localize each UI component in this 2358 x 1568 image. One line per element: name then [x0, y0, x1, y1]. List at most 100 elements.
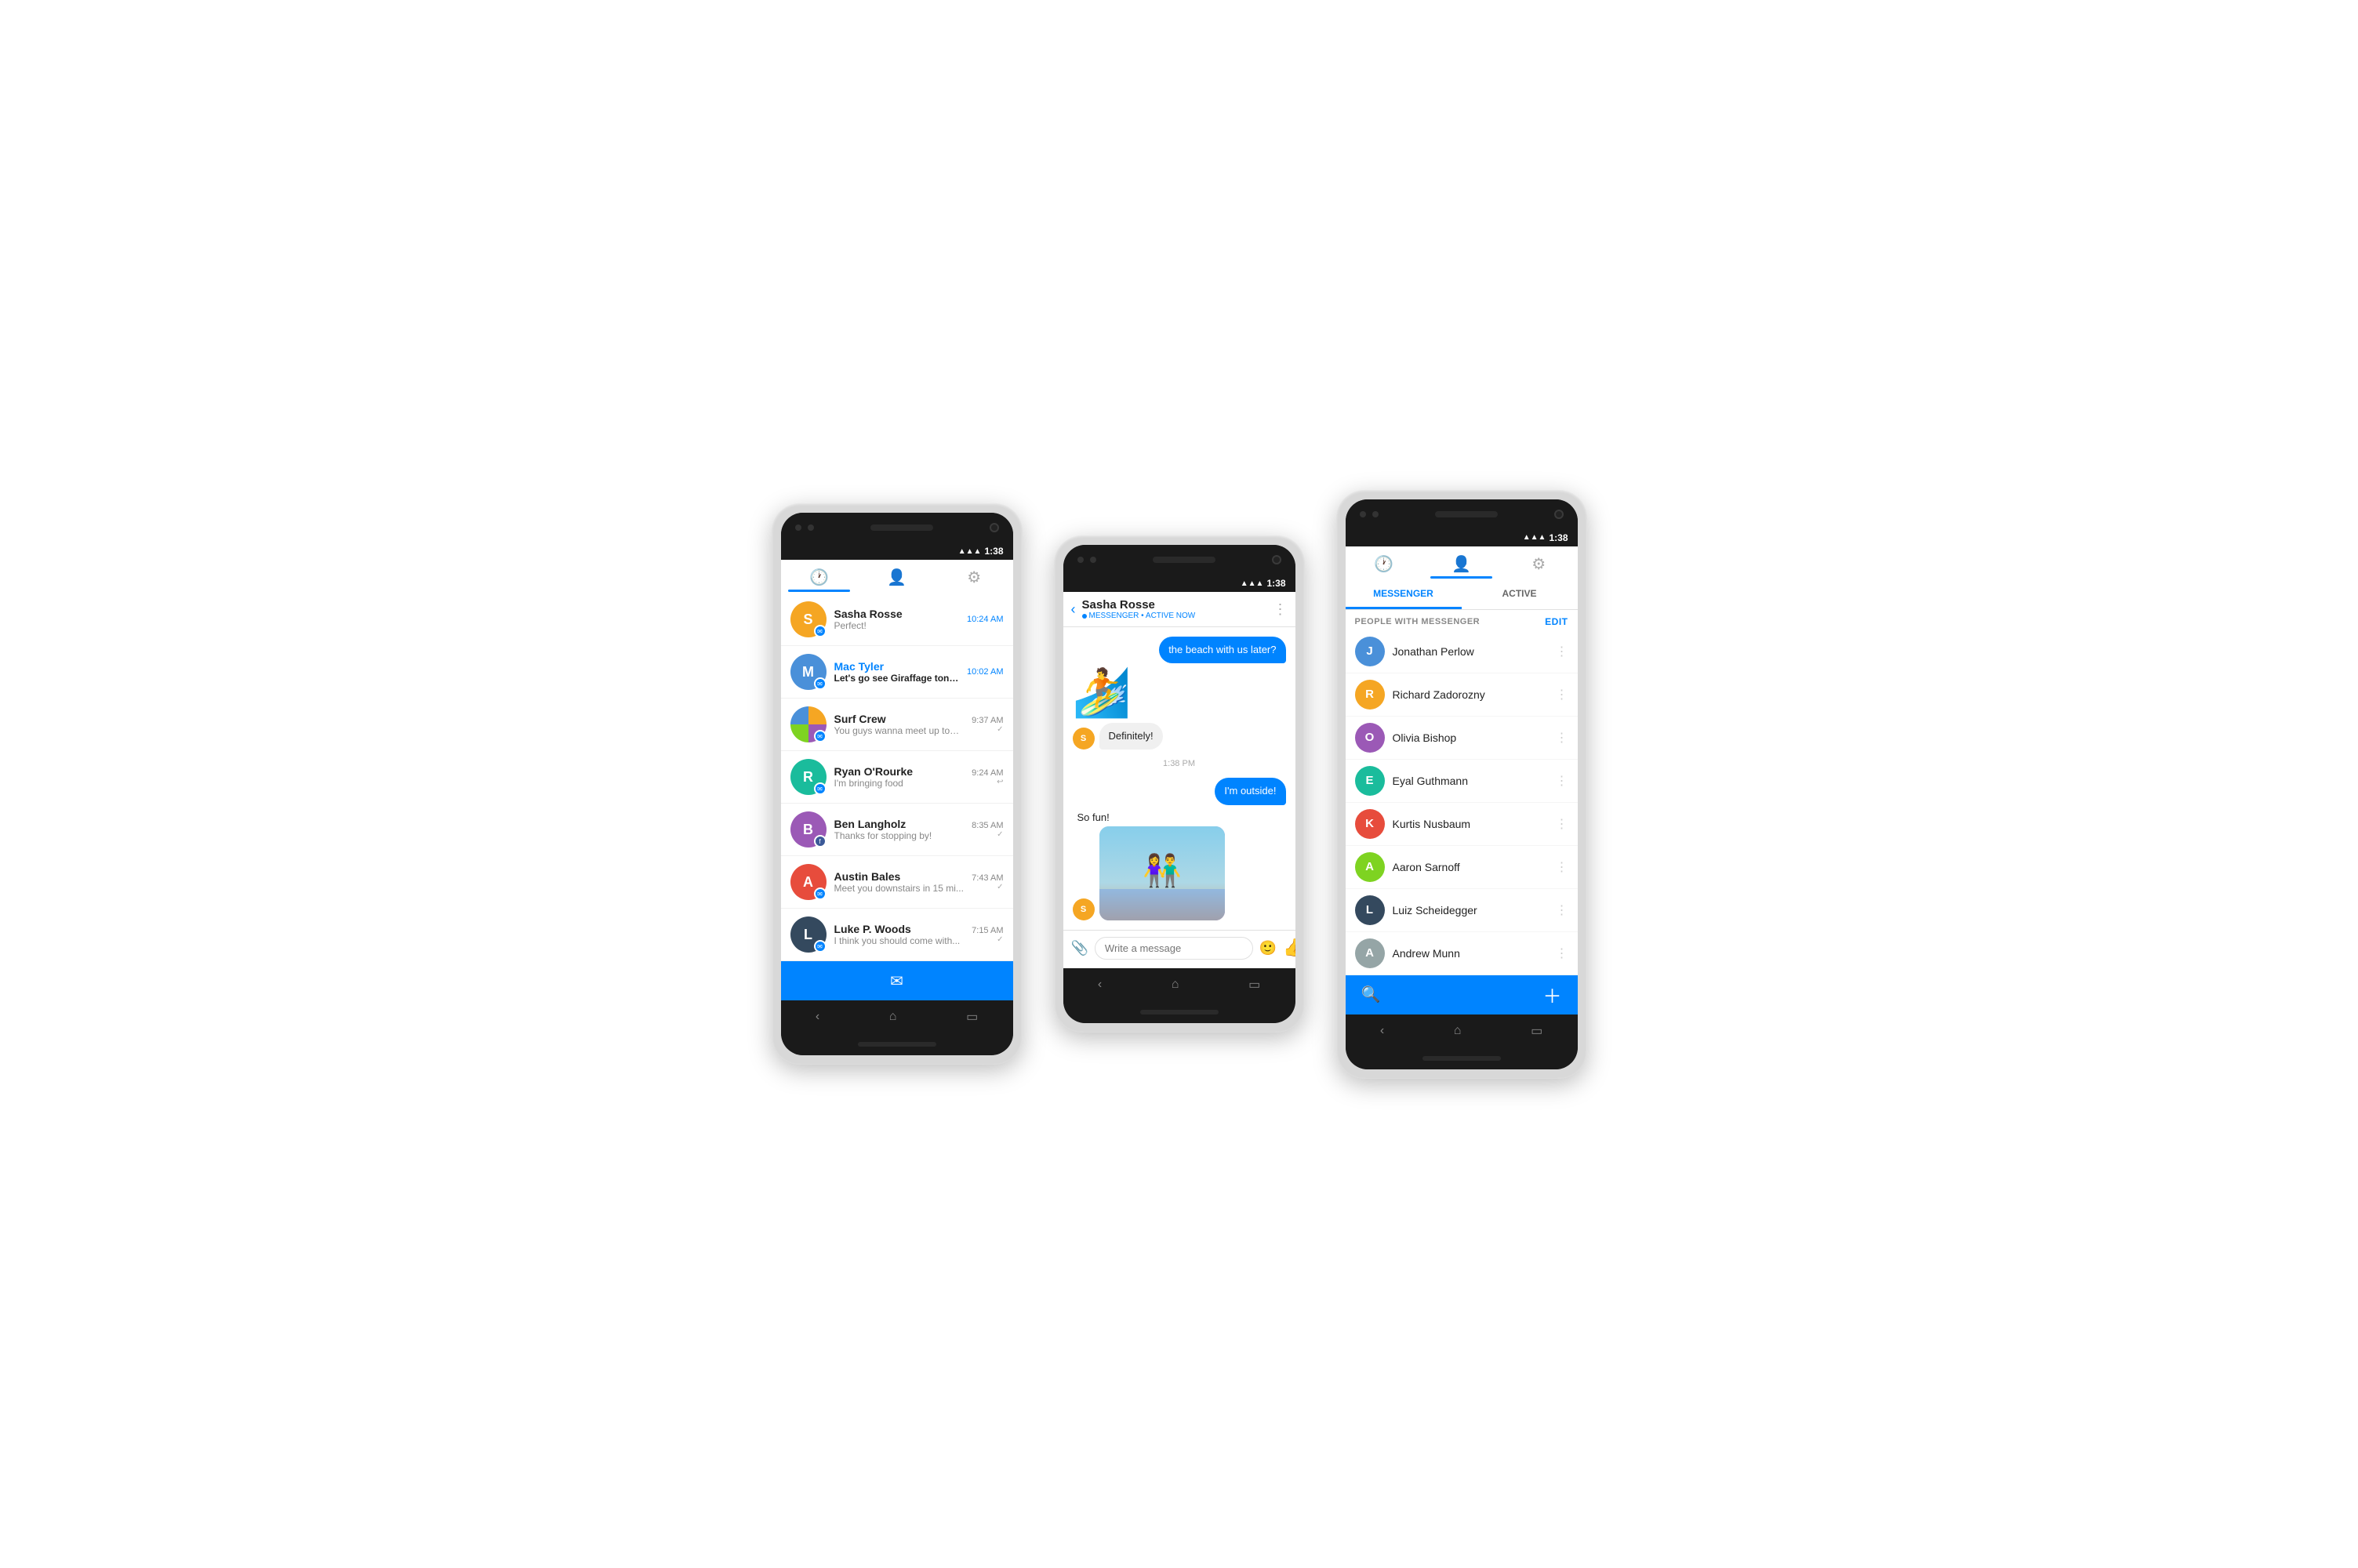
conv-time-mac: 10:02 AM	[967, 667, 1003, 677]
back-btn-1[interactable]: ‹	[816, 1010, 819, 1024]
home-btn-2[interactable]: ⌂	[1172, 978, 1179, 992]
conv-item-ryan[interactable]: R ✉ Ryan O'Rourke I'm bringing food 9:24…	[781, 751, 1013, 804]
square-btn-2[interactable]: ▭	[1248, 977, 1260, 993]
phone-top-bar-1	[781, 513, 1013, 543]
search-icon-bottom[interactable]: 🔍	[1361, 985, 1381, 1004]
chat-more-btn[interactable]: ⋮	[1273, 601, 1288, 618]
name-aaron: Aaron Sarnoff	[1393, 861, 1556, 873]
msg-beach-photo: 👫	[1099, 826, 1225, 920]
edit-button[interactable]: EDIT	[1545, 616, 1568, 627]
avatar-wrap-mac: M ✉	[790, 654, 827, 690]
conv-meta-mac: 10:02 AM	[967, 667, 1003, 677]
conv-item-luke[interactable]: L ✉ Luke P. Woods I think you should com…	[781, 909, 1013, 961]
people-item-jonathan[interactable]: J Jonathan Perlow ⋮	[1346, 630, 1578, 673]
phone-bottom-2	[1063, 1001, 1295, 1023]
phone-camera-2	[1272, 555, 1281, 564]
more-eyal[interactable]: ⋮	[1556, 773, 1568, 789]
badge-austin: ✉	[814, 887, 827, 900]
conv-status-luke: ✓	[972, 935, 1003, 944]
people-list: J Jonathan Perlow ⋮ R Richard Zadorozny …	[1346, 630, 1578, 975]
home-btn-1[interactable]: ⌂	[889, 1010, 897, 1024]
badge-sasha: ✉	[814, 625, 827, 637]
conv-name-austin: Austin Bales	[834, 870, 966, 883]
more-richard[interactable]: ⋮	[1556, 687, 1568, 702]
avatar-wrap-ben: B f	[790, 811, 827, 848]
tab-people[interactable]: 👤	[858, 563, 936, 590]
conv-item-mac[interactable]: M ✉ Mac Tyler Let's go see Giraffage ton…	[781, 646, 1013, 699]
people-item-andrew[interactable]: A Andrew Munn ⋮	[1346, 932, 1578, 975]
conv-name-ryan: Ryan O'Rourke	[834, 765, 966, 778]
conv-meta-ben: 8:35 AM ✓	[972, 821, 1003, 839]
back-btn-3[interactable]: ‹	[1380, 1024, 1384, 1038]
tab-people-3[interactable]: 👤	[1422, 550, 1500, 577]
conv-item-sasha[interactable]: S ✉ Sasha Rosse Perfect! 10:24 AM	[781, 593, 1013, 646]
conv-content-surfcrew: Surf Crew You guys wanna meet up tom...	[834, 713, 966, 736]
screen-2: ‹ Sasha Rosse MESSENGER • ACTIVE NOW ⋮ t	[1063, 592, 1295, 968]
more-kurtis[interactable]: ⋮	[1556, 816, 1568, 832]
screen-3: 🕐 👤 ⚙ MESSENGER ACTIVE PEOPLE WITH	[1346, 546, 1578, 1014]
conv-status-ben: ✓	[972, 830, 1003, 839]
name-richard: Richard Zadorozny	[1393, 688, 1556, 701]
conv-time-austin: 7:43 AM	[972, 873, 1003, 883]
more-jonathan[interactable]: ⋮	[1556, 644, 1568, 659]
msg-in-sofun-wrap: So fun! S	[1073, 811, 1225, 920]
msg-sofun-text: So fun!	[1073, 811, 1225, 823]
people-item-aaron[interactable]: A Aaron Sarnoff ⋮	[1346, 846, 1578, 889]
people-item-luiz[interactable]: L Luiz Scheidegger ⋮	[1346, 889, 1578, 932]
tab-active[interactable]: ACTIVE	[1462, 580, 1578, 609]
msg-out-beach: the beach with us later?	[1159, 637, 1285, 663]
conv-item-austin[interactable]: A ✉ Austin Bales Meet you downstairs in …	[781, 856, 1013, 909]
chat-messages: the beach with us later? 🏄 S Definitely!…	[1063, 627, 1295, 930]
tab-recents[interactable]: 🕐	[781, 563, 859, 590]
tab-bar-3: 🕐 👤 ⚙	[1346, 546, 1578, 580]
more-aaron[interactable]: ⋮	[1556, 859, 1568, 875]
conv-item-ben[interactable]: B f Ben Langholz Thanks for stopping by!…	[781, 804, 1013, 856]
tab-messenger[interactable]: MESSENGER	[1346, 580, 1462, 609]
conv-item-surfcrew[interactable]: ✉ Surf Crew You guys wanna meet up tom..…	[781, 699, 1013, 751]
chat-contact-info: Sasha Rosse MESSENGER • ACTIVE NOW	[1082, 598, 1273, 620]
like-icon[interactable]: 👍	[1283, 938, 1295, 958]
avatar-wrap-sasha: S ✉	[790, 601, 827, 637]
status-bar-2: ▲▲▲ 1:38	[1063, 575, 1295, 592]
conv-preview-mac: Let's go see Giraffage tonight!	[834, 673, 961, 684]
person-icon: 👤	[887, 568, 907, 587]
messages-icon[interactable]: ✉	[890, 971, 903, 991]
conv-content-sasha: Sasha Rosse Perfect!	[834, 608, 961, 631]
status-time-1: 1:38	[984, 546, 1003, 557]
phone-speaker-3	[1435, 511, 1498, 517]
more-olivia[interactable]: ⋮	[1556, 730, 1568, 746]
phone-dots-2	[1077, 557, 1096, 563]
phone-top-bar-3	[1346, 499, 1578, 529]
avatar-luiz: L	[1355, 895, 1385, 925]
square-btn-1[interactable]: ▭	[966, 1009, 978, 1025]
back-btn-2[interactable]: ‹	[1098, 978, 1102, 992]
tab-settings[interactable]: ⚙	[936, 563, 1013, 590]
square-btn-3[interactable]: ▭	[1531, 1023, 1542, 1039]
message-input[interactable]	[1095, 937, 1253, 960]
attach-icon[interactable]: 📎	[1071, 940, 1088, 956]
msg-in-definitely-wrap: S Definitely!	[1073, 723, 1286, 750]
people-item-olivia[interactable]: O Olivia Bishop ⋮	[1346, 717, 1578, 760]
more-andrew[interactable]: ⋮	[1556, 946, 1568, 961]
phone-nav-3: ‹ ⌂ ▭	[1346, 1014, 1578, 1047]
chat-back-btn[interactable]: ‹	[1071, 601, 1076, 618]
people-type-tabs: MESSENGER ACTIVE	[1346, 580, 1578, 610]
phone-speaker-2	[1153, 557, 1215, 563]
tab-recents-3[interactable]: 🕐	[1346, 550, 1423, 577]
name-andrew: Andrew Munn	[1393, 947, 1556, 960]
home-btn-3[interactable]: ⌂	[1454, 1024, 1462, 1038]
tab-settings-3[interactable]: ⚙	[1500, 550, 1578, 577]
signal-icon-3: ▲▲▲	[1523, 533, 1546, 542]
bottom-nav-1: ✉	[781, 961, 1013, 1000]
people-item-richard[interactable]: R Richard Zadorozny ⋮	[1346, 673, 1578, 717]
phone-camera-3	[1554, 510, 1564, 519]
people-item-eyal[interactable]: E Eyal Guthmann ⋮	[1346, 760, 1578, 803]
clock-icon-3: 🕐	[1374, 554, 1393, 574]
small-avatar-sasha-2: S	[1073, 898, 1095, 920]
more-luiz[interactable]: ⋮	[1556, 902, 1568, 918]
people-item-kurtis[interactable]: K Kurtis Nusbaum ⋮	[1346, 803, 1578, 846]
people-bottom-bar: 🔍 ＋	[1346, 975, 1578, 1014]
phone-nav-2: ‹ ⌂ ▭	[1063, 968, 1295, 1001]
emoji-icon[interactable]: 🙂	[1259, 940, 1277, 956]
add-icon-bottom[interactable]: ＋	[1543, 981, 1562, 1008]
